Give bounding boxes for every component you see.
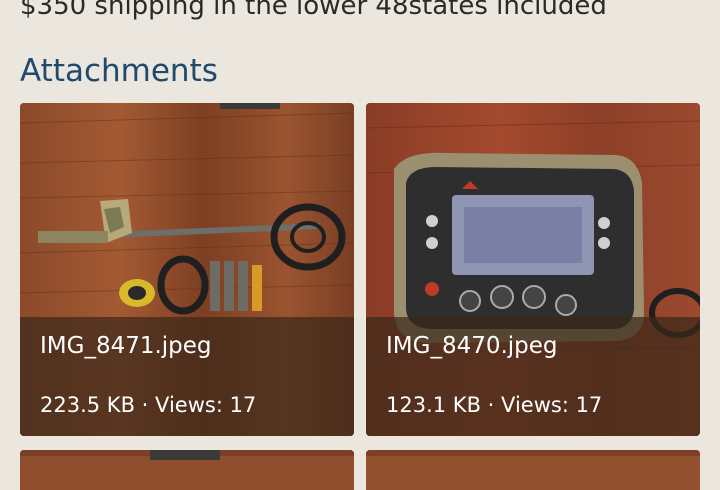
attachments-heading: Attachments	[20, 53, 218, 89]
attachment-filename[interactable]: IMG_8470.jpeg	[386, 333, 558, 359]
attachment-thumbnail-2[interactable]: IMG_8470.jpeg 123.1 KB · Views: 17	[366, 103, 700, 436]
attachment-size: 223.5 KB	[40, 393, 135, 417]
attachment-thumbnail-1[interactable]: IMG_8471.jpeg 223.5 KB · Views: 17	[20, 103, 354, 436]
attachment-info-overlay: IMG_8471.jpeg 223.5 KB · Views: 17	[20, 317, 354, 436]
separator-dot: ·	[487, 393, 495, 417]
separator-dot: ·	[141, 393, 149, 417]
attachment-thumbnail-3[interactable]	[20, 450, 354, 490]
post-description-text: $350 shipping in the lower 48states incl…	[20, 0, 607, 21]
attachment-size: 123.1 KB	[386, 393, 481, 417]
attachment-views: Views: 17	[501, 393, 603, 417]
attachment-filename[interactable]: IMG_8471.jpeg	[40, 333, 212, 359]
attachment-meta: 123.1 KB · Views: 17	[386, 393, 602, 417]
attachment-meta: 223.5 KB · Views: 17	[40, 393, 256, 417]
attachment-views: Views: 17	[155, 393, 257, 417]
attachment-photo-partial	[20, 450, 354, 490]
attachment-photo-partial	[366, 450, 700, 490]
attachment-thumbnail-4[interactable]	[366, 450, 700, 490]
attachment-info-overlay: IMG_8470.jpeg 123.1 KB · Views: 17	[366, 317, 700, 436]
